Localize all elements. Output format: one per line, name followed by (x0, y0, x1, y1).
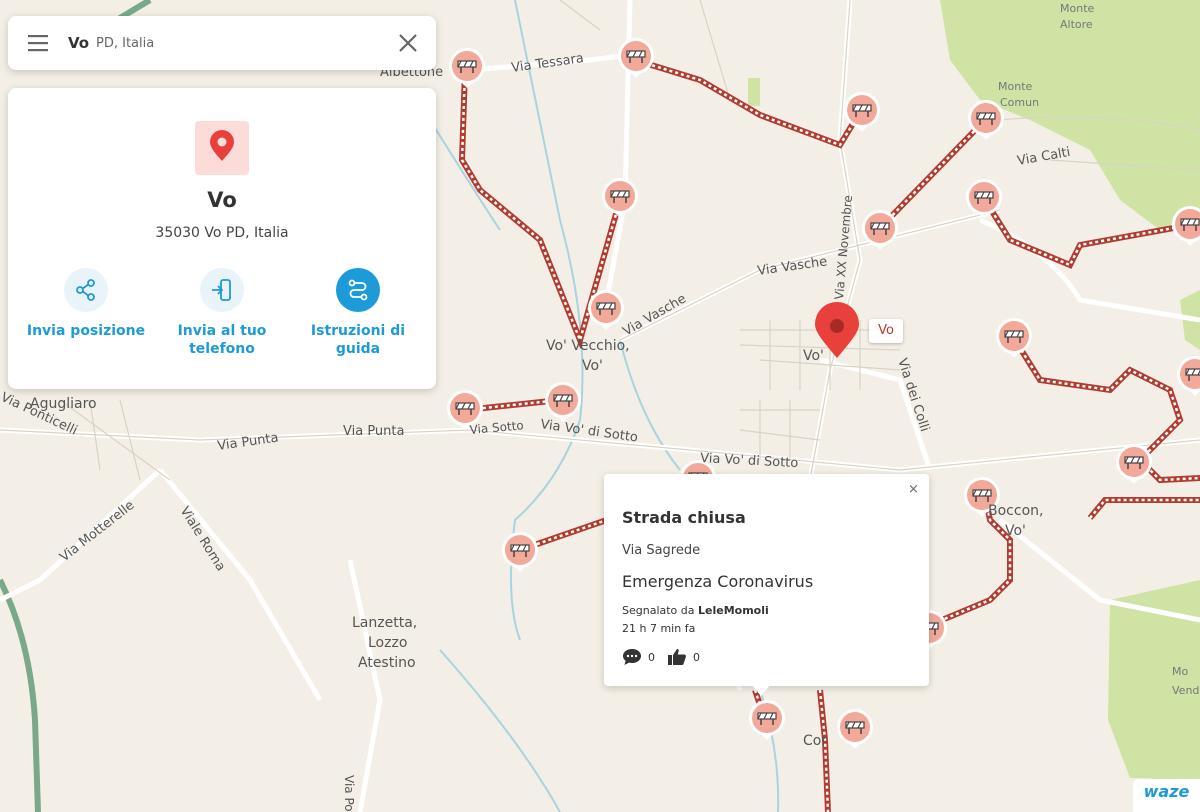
alert-description: Emergenza Coronavirus (622, 572, 814, 591)
reported-by-prefix: Segnalato da (622, 604, 699, 617)
place-pin-badge (195, 121, 249, 175)
comment-count: 0 (648, 650, 655, 664)
send-to-phone-icon (212, 279, 231, 301)
route-icon (348, 279, 368, 301)
action-label: Invia al tuo (177, 323, 267, 339)
map-label: Cor (803, 733, 827, 749)
place-card: Vo 35030 Vo PD, Italia Invia posizione I… (8, 88, 436, 389)
field-area (748, 78, 760, 106)
close-icon[interactable] (396, 31, 420, 55)
map-label: Monte (1060, 2, 1095, 15)
location-pin-icon (210, 130, 234, 161)
popup-pointer (751, 684, 771, 696)
map-label: Vo' (803, 348, 824, 364)
map-label: Mo (1172, 665, 1188, 678)
map-label: Comun (1000, 96, 1039, 109)
map-label: Vo' Vecchio, (546, 338, 630, 354)
send-location-button[interactable]: Invia posizione (16, 268, 156, 340)
comment-icon[interactable] (622, 648, 642, 666)
pin-label[interactable]: Vo (869, 319, 903, 343)
place-address: 35030 Vo PD, Italia (155, 225, 289, 241)
map-label: Via Punta (343, 424, 404, 439)
reported-by: Segnalato da LeleMomoli (622, 604, 769, 617)
menu-icon[interactable] (26, 33, 50, 53)
place-name: Vo (207, 188, 237, 212)
search-query[interactable]: Vo (68, 34, 89, 52)
map-label: Vend (1172, 684, 1199, 697)
share-icon (76, 279, 95, 301)
map-label: Vo' (1005, 523, 1026, 539)
map-label: Atestino (358, 655, 416, 671)
alert-time: 21 h 7 min fa (622, 622, 696, 635)
thumbs-up-icon[interactable] (667, 648, 687, 666)
reporter-username[interactable]: LeleMomoli (698, 604, 769, 617)
map-label: Lanzetta, (352, 615, 417, 631)
send-to-phone-button[interactable]: Invia al tuo telefono (152, 268, 292, 358)
waze-logo[interactable]: waze (1133, 779, 1200, 812)
search-bar[interactable]: Vo PD, Italia (8, 16, 436, 70)
close-popup-button[interactable]: × (908, 482, 919, 497)
road-closure-popup: × Strada chiusa Via Sagrede Emergenza Co… (604, 474, 929, 696)
map-label: Monte (998, 80, 1033, 93)
map-label: Lozzo (368, 635, 407, 651)
map-label: Via Po (342, 775, 356, 812)
search-context: PD, Italia (96, 36, 155, 51)
action-label-line2: guida (335, 341, 381, 357)
map-label: Altore (1060, 18, 1093, 31)
driving-directions-button[interactable]: Istruzioni di guida (288, 268, 428, 358)
thumbs-count: 0 (693, 650, 700, 664)
action-label: Istruzioni di (310, 323, 406, 339)
alert-stats: 0 0 (622, 648, 700, 666)
action-label: Invia posizione (26, 323, 146, 339)
action-label-line2: telefono (189, 341, 255, 357)
map-label: Boccon, (988, 503, 1043, 519)
alert-title: Strada chiusa (622, 508, 746, 527)
alert-street: Via Sagrede (622, 543, 701, 558)
map-label: Vo' (582, 358, 603, 374)
